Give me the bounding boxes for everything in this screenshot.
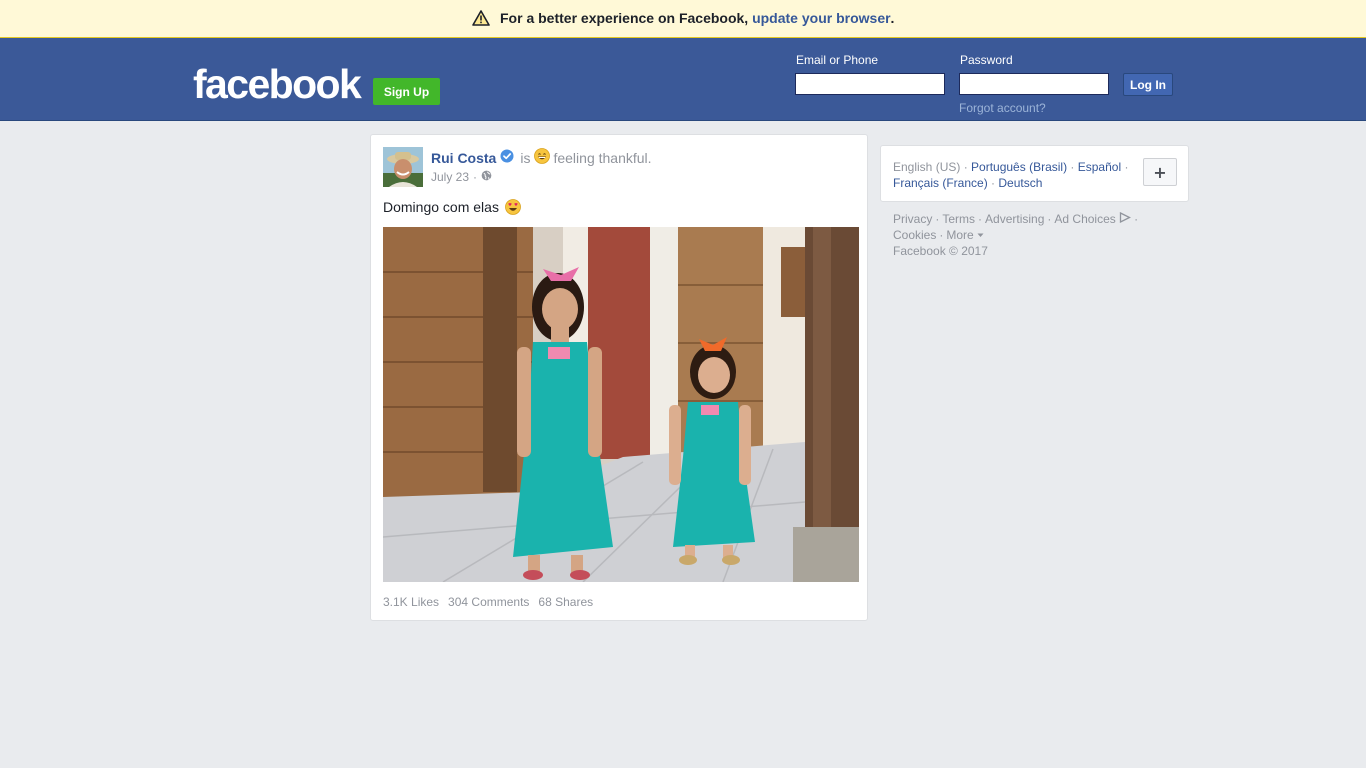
language-link[interactable]: Français (France) (893, 176, 988, 190)
ad-choices-icon (1119, 211, 1132, 224)
banner-text: For a better experience on Facebook, (500, 10, 749, 26)
banner-period: . (890, 10, 895, 26)
language-link[interactable]: Español (1078, 160, 1121, 174)
cookies-link[interactable]: Cookies (893, 228, 936, 242)
forgot-account-link[interactable]: Forgot account? (959, 101, 1046, 115)
log-in-button[interactable]: Log In (1123, 73, 1173, 96)
comments-count[interactable]: 304 Comments (448, 595, 529, 609)
is-label: is (520, 149, 531, 166)
post-stats: 3.1K Likes 304 Comments 68 Shares (383, 595, 602, 609)
ad-choices-link[interactable]: Ad Choices (1054, 212, 1115, 226)
author-avatar[interactable] (383, 147, 423, 187)
copyright-text: Facebook © 2017 (893, 244, 988, 258)
meta-separator: · (473, 170, 478, 184)
email-label: Email or Phone (796, 53, 879, 67)
sign-up-button[interactable]: Sign Up (373, 78, 440, 105)
heart-eyes-emoji-icon (505, 199, 521, 215)
facebook-logo[interactable]: facebook (193, 62, 362, 106)
more-link[interactable]: More (946, 228, 973, 242)
likes-count[interactable]: 3.1K Likes (383, 595, 439, 609)
warning-icon (472, 10, 490, 26)
more-languages-button[interactable]: + (1143, 158, 1177, 186)
post-date-link[interactable]: July 23 (431, 170, 469, 184)
browser-warning-banner: For a better experience on Facebook, upd… (0, 0, 1366, 38)
caret-down-icon (977, 233, 984, 237)
language-selector-box: English (US) · Português (Brasil) · Espa… (880, 145, 1189, 202)
update-browser-link[interactable]: update your browser (752, 10, 890, 26)
privacy-link[interactable]: Privacy (893, 212, 932, 226)
post-card: Rui Costa is feeling thankful. July 23 · (370, 134, 868, 621)
advertising-link[interactable]: Advertising (985, 212, 1044, 226)
globe-icon (481, 170, 492, 184)
password-field[interactable] (959, 73, 1109, 95)
terms-link[interactable]: Terms (942, 212, 975, 226)
language-list: English (US) · Português (Brasil) · Espa… (893, 160, 1129, 190)
language-link[interactable]: Português (Brasil) (971, 160, 1067, 174)
browser-warning-message: For a better experience on Facebook, upd… (472, 10, 894, 26)
password-label: Password (960, 53, 1013, 67)
post-meta: July 23 · (431, 170, 492, 184)
post-message: Domingo com elas (383, 199, 521, 215)
post-text: Domingo com elas (383, 199, 499, 215)
shares-count[interactable]: 68 Shares (538, 595, 593, 609)
current-language: English (US) (893, 160, 961, 174)
language-link[interactable]: Deutsch (998, 176, 1042, 190)
footer-links: Privacy · Terms · Advertising · Ad Choices · C… (893, 211, 1139, 258)
verified-badge-icon (500, 149, 514, 166)
post-header: Rui Costa is feeling thankful. (431, 148, 652, 167)
top-navbar: facebook Sign Up Email or Phone Password… (0, 38, 1366, 121)
author-name-link[interactable]: Rui Costa (431, 150, 496, 166)
feeling-text[interactable]: feeling thankful. (553, 150, 651, 166)
grinning-emoji-icon (534, 148, 551, 167)
post-photo[interactable] (383, 227, 859, 582)
email-field[interactable] (795, 73, 945, 95)
